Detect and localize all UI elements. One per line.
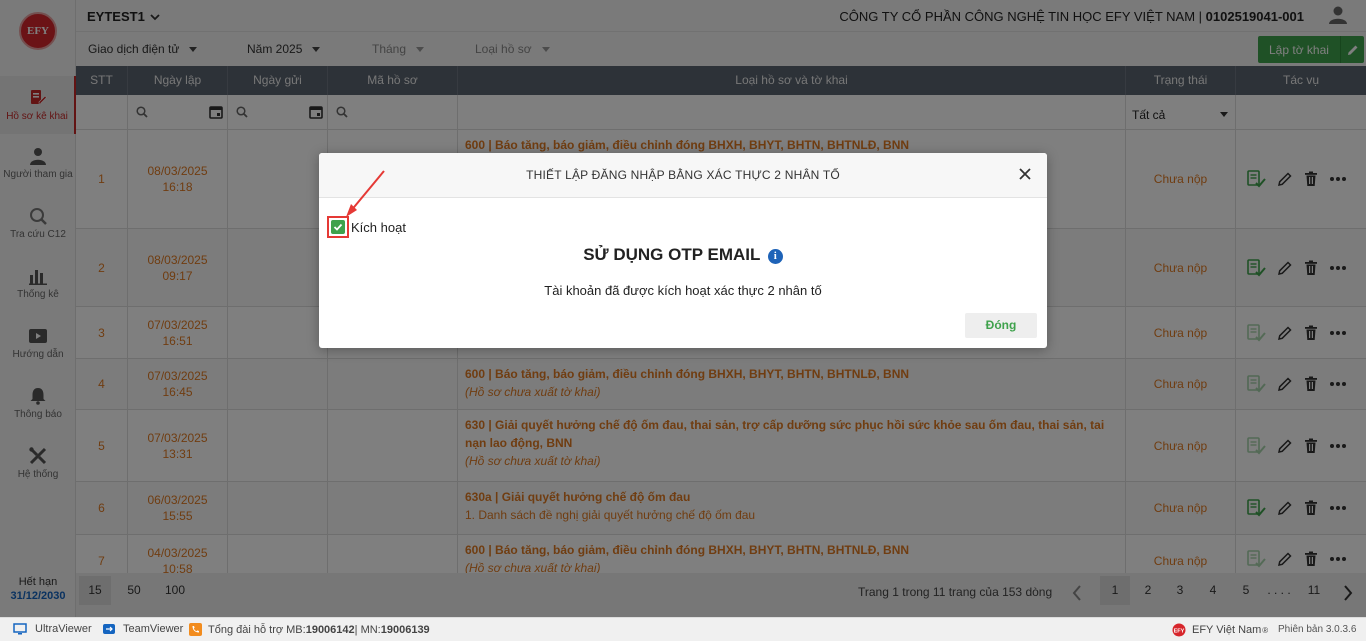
close-dialog-button[interactable]: Đóng — [965, 313, 1037, 338]
ultraviewer-label: UltraViewer — [35, 623, 92, 635]
teamviewer-link[interactable]: TeamViewer — [102, 623, 183, 635]
monitor-icon — [13, 623, 27, 635]
svg-text:EFY: EFY — [1174, 629, 1185, 635]
activate-checkbox[interactable] — [327, 216, 349, 238]
hotline-label: Tổng đài hỗ trợ MB: — [208, 623, 306, 636]
hotline-separator: | MN: — [354, 623, 381, 636]
hotline-mb: 19006142 — [305, 623, 355, 636]
dialog-header: THIẾT LẬP ĐĂNG NHẬP BẰNG XÁC THỰC 2 NHÂN… — [319, 153, 1047, 198]
bottom-bar: UltraViewer TeamViewer Tổng đài hỗ trợ M… — [0, 617, 1366, 641]
hotline-mn: 19006139 — [380, 623, 430, 636]
app-version: Phiên bản 3.0.3.6 — [1278, 624, 1357, 635]
two-factor-dialog: THIẾT LẬP ĐĂNG NHẬP BẰNG XÁC THỰC 2 NHÂN… — [319, 153, 1047, 348]
close-icon[interactable] — [1017, 166, 1033, 182]
info-icon[interactable]: i — [767, 249, 783, 264]
brand-info: EFY EFY Việt Nam ® — [1170, 623, 1268, 637]
otp-method-text: SỬ DỤNG OTP EMAIL — [583, 245, 761, 264]
checkmark-icon — [333, 223, 343, 231]
ultraviewer-link[interactable]: UltraViewer — [13, 623, 92, 635]
otp-method-heading: SỬ DỤNG OTP EMAIL i — [319, 245, 1047, 265]
phone-icon — [189, 623, 202, 636]
teamviewer-label: TeamViewer — [123, 623, 184, 635]
registered-icon: ® — [1262, 625, 1269, 635]
dialog-message: Tài khoản đã được kích hoạt xác thực 2 n… — [544, 283, 822, 298]
teamviewer-icon — [103, 624, 115, 634]
activate-checkbox-label[interactable]: Kích hoạt — [351, 220, 406, 235]
brand-label: EFY Việt Nam — [1192, 624, 1262, 636]
dialog-title: THIẾT LẬP ĐĂNG NHẬP BẰNG XÁC THỰC 2 NHÂN… — [526, 168, 840, 182]
hotline-info: Tổng đài hỗ trợ MB: 19006142 | MN: 19006… — [189, 623, 430, 636]
efy-brand-icon: EFY — [1172, 623, 1186, 637]
